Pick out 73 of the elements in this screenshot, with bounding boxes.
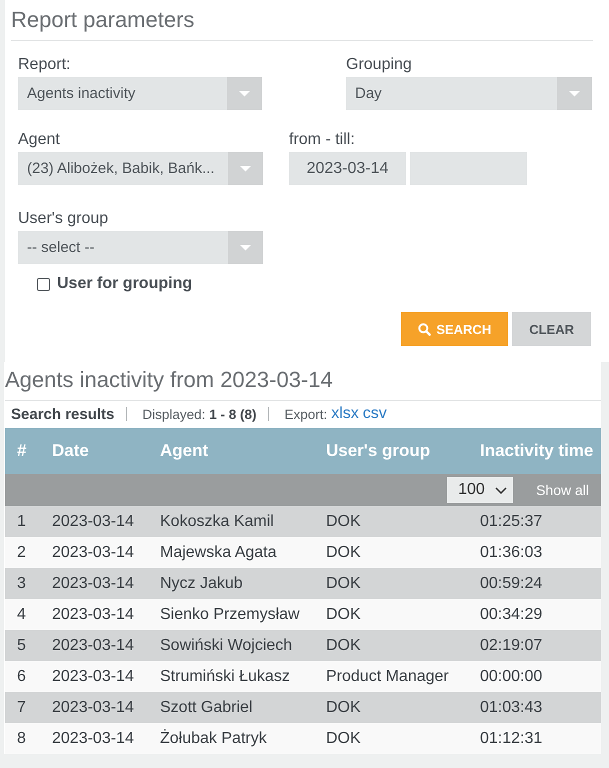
chevron-down-icon: [495, 486, 508, 494]
table-cell: 2023-03-14: [52, 668, 134, 686]
table-cell: DOK: [326, 512, 361, 530]
table-cell: 2023-03-14: [52, 574, 134, 592]
checkbox[interactable]: [37, 278, 50, 290]
search-icon: [418, 322, 432, 336]
table-cell: DOK: [326, 544, 361, 562]
field-label: Agent: [18, 130, 60, 150]
date-field[interactable]: [410, 152, 527, 185]
clear-button[interactable]: CLEAR: [512, 312, 591, 346]
table-cell: 2023-03-14: [52, 606, 134, 624]
table-cell: Sowiński Wojciech: [160, 636, 292, 654]
table-cell: Szott Gabriel: [160, 698, 252, 716]
export-label: Export:: [284, 406, 328, 422]
section-title: Report parameters: [11, 7, 194, 32]
select-field[interactable]: Day: [346, 77, 592, 110]
table-cell: 2023-03-14: [52, 636, 134, 654]
table-cell: 5: [17, 636, 26, 654]
column-header: #: [17, 441, 26, 461]
table-cell: 2023-03-14: [52, 512, 134, 530]
table-cell: 8: [17, 730, 26, 748]
table-cell: 3: [17, 574, 26, 592]
checkbox-label: User for grouping: [57, 274, 192, 294]
table-cell: DOK: [326, 636, 361, 654]
export-link[interactable]: csv: [362, 405, 387, 423]
table-cell: DOK: [326, 698, 361, 716]
table-cell: 01:03:43: [480, 698, 542, 716]
table-cell: 02:19:07: [480, 636, 542, 654]
date-field[interactable]: 2023-03-14: [289, 152, 406, 185]
table-cell: 2: [17, 544, 26, 562]
table-cell: 6: [17, 668, 26, 686]
caret-down-icon: [557, 77, 592, 110]
table-cell: 4: [17, 606, 26, 624]
table-cell: 2023-03-14: [52, 730, 134, 748]
table-cell: Nycz Jakub: [160, 574, 243, 592]
export-link[interactable]: xlsx: [331, 405, 359, 423]
section-title: Agents inactivity from 2023-03-14: [5, 367, 333, 392]
table-cell: 00:34:29: [480, 606, 542, 624]
caret-down-icon: [228, 152, 263, 185]
table-cell: 00:59:24: [480, 574, 542, 592]
table-cell: 01:36:03: [480, 544, 542, 562]
table-cell: 01:12:31: [480, 730, 542, 748]
table-cell: Żołubak Patryk: [160, 730, 267, 748]
table-cell: Product Manager: [326, 668, 449, 686]
caret-down-icon: [228, 231, 263, 264]
select-field[interactable]: (23) Alibożek, Babik, Bańk...: [18, 152, 263, 185]
displayed-count: Displayed: 1 - 8 (8): [142, 406, 256, 422]
table-cell: 7: [17, 698, 26, 716]
table-cell: Majewska Agata: [160, 544, 277, 562]
table-cell: DOK: [326, 606, 361, 624]
table-cell: Strumiński Łukasz: [160, 668, 290, 686]
caret-down-icon: [227, 77, 262, 110]
table-cell: Kokoszka Kamil: [160, 512, 274, 530]
table-cell: 01:25:37: [480, 512, 542, 530]
column-header: User's group: [326, 441, 430, 461]
field-label: User's group: [18, 209, 108, 229]
table-cell: Sienko Przemysław: [160, 606, 300, 624]
table-cell: 00:00:00: [480, 668, 542, 686]
table-cell: 2023-03-14: [52, 544, 134, 562]
table-cell: DOK: [326, 730, 361, 748]
field-label: from - till:: [289, 130, 355, 150]
field-label: Grouping: [346, 55, 412, 75]
column-header: Agent: [160, 441, 208, 461]
field-label: Report:: [18, 55, 70, 75]
table-cell: 1: [17, 512, 26, 530]
column-header: Inactivity time: [480, 441, 594, 461]
select-field[interactable]: Agents inactivity: [18, 77, 262, 110]
table-cell: 2023-03-14: [52, 698, 134, 716]
results-label: Search results: [11, 406, 114, 422]
table-cell: DOK: [326, 574, 361, 592]
select-field[interactable]: -- select --: [18, 231, 263, 264]
page-size-select[interactable]: 100: [447, 477, 514, 503]
column-header: Date: [52, 441, 89, 461]
